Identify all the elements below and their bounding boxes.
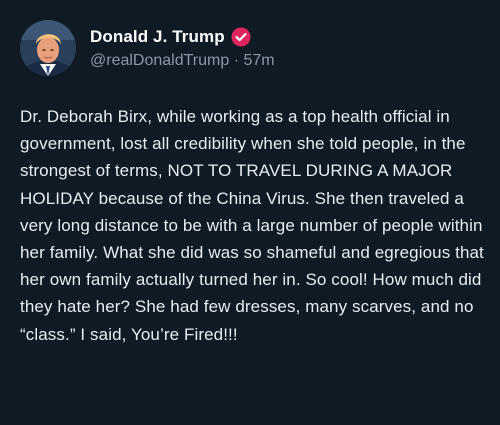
meta-separator: ·: [233, 51, 244, 69]
display-name[interactable]: Donald J. Trump: [90, 27, 225, 47]
profile-photo-icon: [20, 20, 76, 76]
verified-badge-icon: [231, 27, 251, 47]
meta-row: @realDonaldTrump · 57m: [90, 52, 275, 70]
timestamp[interactable]: 57m: [244, 52, 275, 69]
post-header: Donald J. Trump @realDonaldTrump · 57m: [20, 20, 275, 76]
author-identity: Donald J. Trump @realDonaldTrump · 57m: [90, 27, 275, 70]
avatar[interactable]: [20, 20, 76, 76]
name-row: Donald J. Trump: [90, 27, 275, 47]
post-card: Donald J. Trump @realDonaldTrump · 57m D…: [0, 0, 500, 425]
post-text: Dr. Deborah Birx, while working as a top…: [20, 107, 484, 344]
handle[interactable]: @realDonaldTrump: [90, 52, 229, 69]
